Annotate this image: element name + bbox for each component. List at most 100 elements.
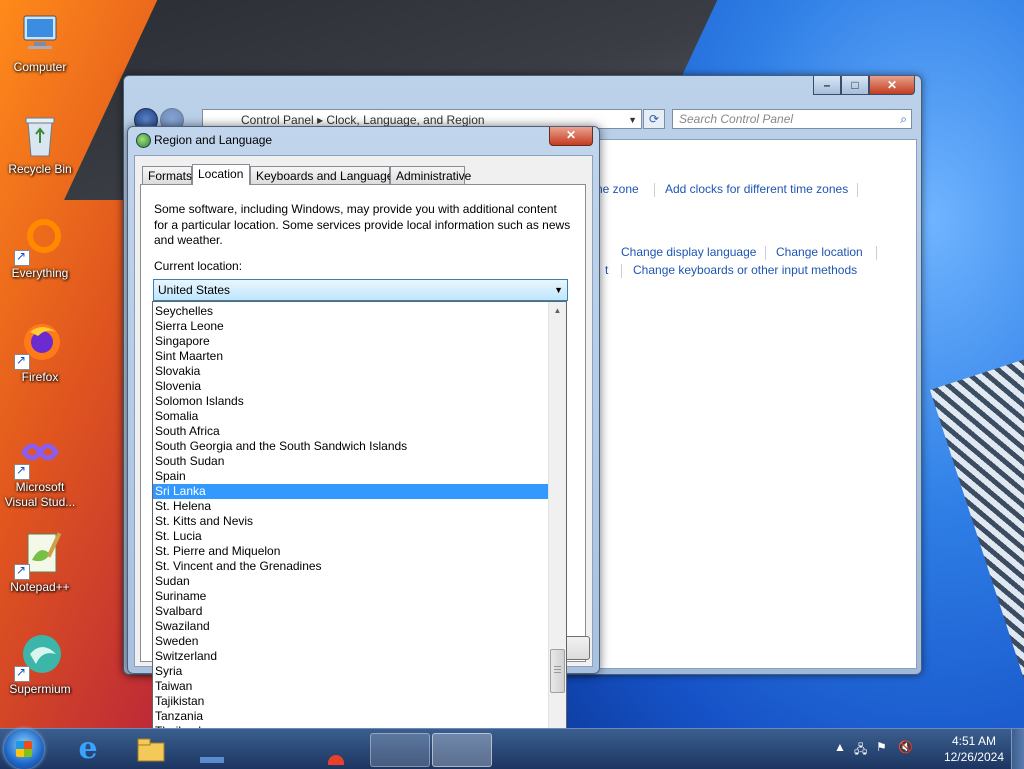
current-location-value: United States [158,283,231,297]
supermium-icon [14,632,64,682]
link-separator [857,183,858,197]
chevron-down-icon[interactable]: ▼ [628,110,637,130]
everything-icon [14,216,64,266]
scroll-up-arrow-icon[interactable]: ▲ [549,302,566,319]
location-option[interactable]: Sierra Leone [153,319,550,334]
location-option[interactable]: Solomon Islands [153,394,550,409]
location-option[interactable]: St. Vincent and the Grenadines [153,559,550,574]
location-option[interactable]: Taiwan [153,679,550,694]
clock-time: 4:51 AM [951,734,996,748]
location-option[interactable]: Sint Maarten [153,349,550,364]
location-option[interactable]: Tanzania [153,709,550,724]
desktop-icon-computer[interactable]: Computer [0,10,80,75]
desktop-icon-label: Firefox [21,370,59,384]
location-option[interactable]: Sri Lanka [153,484,550,499]
location-option[interactable]: Slovenia [153,379,550,394]
system-clock[interactable]: 4:51 AM 12/26/2024 [944,733,1004,765]
tab-administrative[interactable]: Administrative [390,166,471,184]
location-option[interactable]: Suriname [153,589,550,604]
location-option[interactable]: South Georgia and the South Sandwich Isl… [153,439,550,454]
desktop-icon-firefox[interactable]: Firefox [0,320,80,385]
refresh-icon: ⟳ [648,112,660,126]
show-desktop-button[interactable] [1011,729,1024,769]
address-part-clock-language-region[interactable]: Clock, Language, and Region [326,113,484,127]
desktop-icon-label: Supermium [9,682,71,696]
desktop-icon-recycle-bin[interactable]: Recycle Bin [0,112,80,177]
location-option[interactable]: Singapore [153,334,550,349]
tab-formats[interactable]: Formats [142,166,192,184]
taskbar-item-region-language[interactable] [432,733,492,767]
link-time-zone[interactable]: ne zone [596,182,639,196]
internet-explorer-icon[interactable]: e [70,733,106,765]
volume-muted-icon[interactable]: 🔇 [898,740,913,754]
shortcut-arrow-icon [14,665,30,682]
location-option[interactable]: South Africa [153,424,550,439]
taskbar-item-explorer[interactable] [132,733,172,765]
location-option[interactable]: Sudan [153,574,550,589]
desktop-icon-everything[interactable]: Everything [0,216,80,281]
taskbar-item-control-panel[interactable] [370,733,430,767]
link-add-clocks[interactable]: Add clocks for different time zones [665,182,848,196]
recycle-bin-icon [16,112,64,160]
search-icon[interactable]: ⌕ [900,110,907,128]
dialog-close-button[interactable]: ✕ [549,127,593,146]
location-option[interactable]: St. Pierre and Miquelon [153,544,550,559]
location-option[interactable]: Somalia [153,409,550,424]
location-option[interactable]: Slovakia [153,364,550,379]
location-option[interactable]: Seychelles [153,304,550,319]
minimize-button[interactable]: – [813,76,841,95]
location-option[interactable]: St. Lucia [153,529,550,544]
network-icon[interactable]: 🖧 [854,740,867,761]
location-option[interactable]: Svalbard [153,604,550,619]
clock-date: 12/26/2024 [943,750,1004,764]
current-location-select[interactable]: United States ▼ [153,279,568,301]
link-separator [765,246,766,260]
location-option[interactable]: Tajikistan [153,694,550,709]
start-button[interactable] [4,729,44,769]
location-dropdown-list[interactable]: Seychelles Sierra Leone Singapore Sint Maar… [152,301,567,753]
link-partial[interactable]: t [605,263,608,277]
desktop-icon-label: Recycle Bin [8,162,72,176]
desktop-icon-notepad-plus-plus[interactable]: Notepad++ [0,530,80,595]
notification-area: ▲ 🖧 ⚑ 🔇 4:51 AM 12/26/2024 [814,729,1024,769]
location-option[interactable]: Switzerland [153,649,550,664]
search-placeholder: Search Control Panel [679,112,794,126]
visual-studio-icon [14,430,64,480]
window-icon [200,757,224,763]
search-input[interactable]: Search Control Panel ⌕ [672,109,912,129]
link-change-keyboards[interactable]: Change keyboards or other input methods [633,263,857,277]
show-hidden-icons-arrow-icon[interactable]: ▲ [834,740,846,754]
link-separator [621,264,622,278]
dropdown-scrollbar[interactable]: ▲ ▼ [548,302,566,752]
link-change-display-language[interactable]: Change display language [621,245,756,259]
taskbar-item-app[interactable] [192,733,232,765]
link-change-location[interactable]: Change location [776,245,863,259]
link-separator [654,183,655,197]
notepad-plus-plus-icon [14,530,64,580]
location-option[interactable]: Syria [153,664,550,679]
firefox-icon [328,755,344,769]
shortcut-arrow-icon [14,563,30,580]
desktop-icon-visual-studio[interactable]: Microsoft Visual Stud... [0,430,80,510]
close-button[interactable]: ✕ [869,76,915,95]
refresh-button[interactable]: ⟳ [643,109,665,129]
shortcut-arrow-icon [14,463,30,480]
scrollbar-thumb[interactable] [550,649,565,693]
maximize-button[interactable]: □ [841,76,869,95]
tab-location[interactable]: Location [192,164,250,185]
location-option[interactable]: St. Kitts and Nevis [153,514,550,529]
location-option[interactable]: Sweden [153,634,550,649]
location-option[interactable]: Swaziland [153,619,550,634]
taskbar-item-firefox[interactable] [316,733,356,769]
action-center-flag-icon[interactable]: ⚑ [876,740,887,754]
tab-keyboards-and-languages[interactable]: Keyboards and Languages [250,166,399,184]
location-option[interactable]: Spain [153,469,550,484]
location-option[interactable]: South Sudan [153,454,550,469]
address-part-control-panel[interactable]: Control Panel [241,113,314,127]
taskbar: e ▲ 🖧 ⚑ 🔇 4:51 AM 12/26/2024 [0,728,1024,769]
folder-icon [137,738,165,762]
desktop-icon-supermium[interactable]: Supermium [0,632,80,697]
shortcut-arrow-icon [14,353,30,370]
chevron-down-icon[interactable]: ▼ [554,280,563,300]
location-option[interactable]: St. Helena [153,499,550,514]
